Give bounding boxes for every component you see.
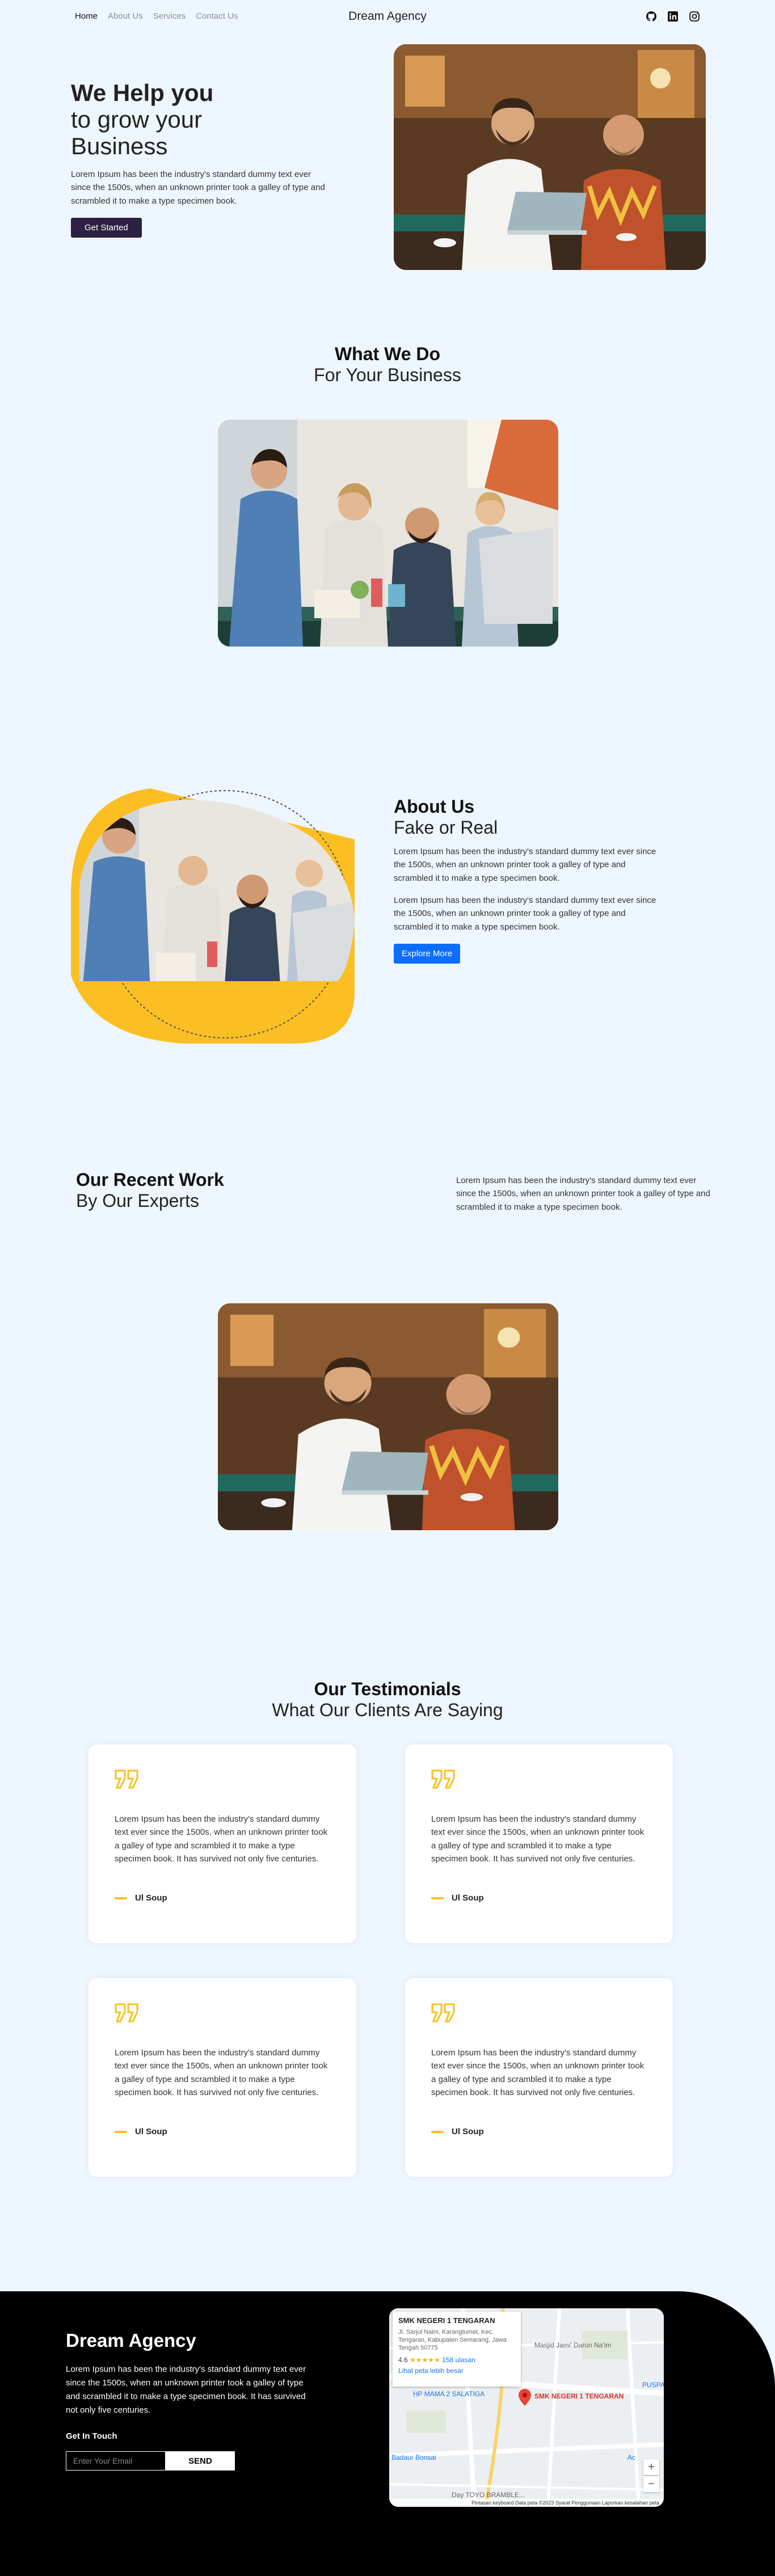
hero-text: Lorem Ipsum has been the industry's stan… [71, 170, 325, 206]
testimonial-text: Lorem Ipsum has been the industry's stan… [431, 1814, 645, 1864]
map-attribution: Pintasan keyboard Data peta ©2023 Syarat… [389, 2499, 664, 2507]
testimonial-card: Lorem Ipsum has been the industry's stan… [405, 1745, 673, 1943]
author-dash [115, 2130, 127, 2133]
map-rating-stars: ★★★★★ [410, 2355, 440, 2364]
map-label: Masjid Jami' Darun Na'im [534, 2341, 612, 2349]
what-we-do-title: What We Do [334, 344, 441, 364]
footer: Dream Agency Lorem Ipsum has been the in… [0, 2291, 775, 2576]
about-paragraph-1: Lorem Ipsum has been the industry's stan… [394, 847, 656, 883]
footer-text: Lorem Ipsum has been the industry's stan… [66, 2364, 306, 2415]
nav-link-about[interactable]: About Us [108, 11, 143, 21]
recent-work-subtitle: By Our Experts [76, 1190, 199, 1211]
testimonial-author: Ul Soup [431, 2127, 484, 2136]
map-label: Badaur Bonsai [391, 2453, 436, 2461]
testimonial-author: Ul Soup [115, 2127, 167, 2136]
location-map[interactable]: SMK NEGERI 1 TENGARAN Jl. Sarjul Naim, K… [389, 2308, 664, 2507]
testimonial-author-name: Ul Soup [452, 2127, 484, 2136]
linkedin-icon[interactable] [667, 11, 679, 22]
testimonials-subtitle: What Our Clients Are Saying [272, 1700, 503, 1720]
top-navbar: Home About Us Services Contact Us Dream … [0, 0, 775, 35]
map-label: HP MAMA 2 SALATIGA [413, 2390, 485, 2398]
testimonial-author: Ul Soup [115, 1893, 167, 1903]
map-place-card: SMK NEGERI 1 TENGARAN Jl. Sarjul Naim, K… [393, 2312, 521, 2387]
map-label: PUSPA R [642, 2381, 664, 2389]
testimonial-text: Lorem Ipsum has been the industry's stan… [115, 1814, 328, 1864]
hero-title-bold: We Help you [71, 79, 214, 106]
hero-photo [394, 44, 706, 270]
recent-work-title: Our Recent Work [76, 1169, 224, 1190]
quote-icon [431, 1770, 455, 1792]
email-input[interactable] [66, 2451, 166, 2471]
quote-icon [431, 2003, 455, 2025]
recent-work-photo [218, 1303, 558, 1530]
what-we-do-subtitle: For Your Business [314, 365, 461, 385]
map-label: Day TOYO BRAMBLE... [452, 2491, 525, 2499]
map-reviews-link[interactable]: 158 ulasan [442, 2356, 475, 2364]
testimonials-heading: Our Testimonials What Our Clients Are Sa… [0, 1679, 775, 1721]
quote-icon [115, 2003, 138, 2025]
testimonial-author: Ul Soup [431, 1893, 484, 1903]
nav-link-home[interactable]: Home [75, 11, 98, 21]
footer-brand: Dream Agency [66, 2330, 196, 2351]
instagram-icon[interactable] [689, 11, 700, 22]
testimonial-author-name: Ul Soup [135, 2127, 167, 2136]
about-photo [71, 788, 355, 1044]
map-rating: 4.6 ★★★★★ 158 ulasan [398, 2356, 515, 2365]
about-subtitle: Fake or Real [394, 817, 498, 838]
quote-icon [115, 1770, 138, 1792]
testimonial-text: Lorem Ipsum has been the industry's stan… [431, 2048, 645, 2097]
zoom-in-button[interactable]: + [643, 2459, 659, 2475]
zoom-out-button[interactable]: − [643, 2476, 659, 2492]
author-dash [431, 1897, 444, 1899]
author-dash [431, 2130, 444, 2133]
what-we-do-heading: What We Do For Your Business [0, 344, 775, 386]
testimonial-author-name: Ul Soup [452, 1893, 484, 1903]
hero-title: We Help you to grow your Business [71, 79, 213, 159]
get-started-button[interactable]: Get Started [71, 218, 142, 238]
map-larger-link[interactable]: Lihat peta lebih besar [398, 2367, 515, 2376]
testimonial-text: Lorem Ipsum has been the industry's stan… [115, 2048, 328, 2097]
nav-links: Home About Us Services Contact Us [75, 11, 238, 21]
recent-work-text: Lorem Ipsum has been the industry's stan… [456, 1176, 710, 1212]
map-label: SMK NEGERI 1 TENGARAN [534, 2392, 624, 2400]
nav-link-services[interactable]: Services [153, 11, 186, 21]
testimonial-card: Lorem Ipsum has been the industry's stan… [89, 1745, 356, 1943]
team-photo [218, 420, 558, 647]
map-place-address: Jl. Sarjul Naim, Karangtumet, Kec. Tenga… [398, 2328, 507, 2352]
about-heading: About Us Fake or Real [394, 796, 498, 838]
get-in-touch-label: Get In Touch [66, 2431, 117, 2441]
nav-link-contact[interactable]: Contact Us [196, 11, 238, 21]
map-rating-value: 4.6 [398, 2355, 408, 2364]
about-paragraph-2: Lorem Ipsum has been the industry's stan… [394, 896, 656, 932]
map-place-name: SMK NEGERI 1 TENGARAN [398, 2316, 495, 2325]
map-pin-icon[interactable] [519, 2389, 531, 2409]
testimonial-card: Lorem Ipsum has been the industry's stan… [405, 1978, 673, 2177]
testimonial-author-name: Ul Soup [135, 1893, 167, 1903]
hero-title-line3: Business [71, 133, 168, 160]
explore-more-button[interactable]: Explore More [394, 944, 461, 964]
testimonial-card: Lorem Ipsum has been the industry's stan… [89, 1978, 356, 2177]
testimonials-title: Our Testimonials [314, 1679, 461, 1699]
author-dash [115, 1897, 127, 1899]
social-links [646, 11, 700, 22]
github-icon[interactable] [646, 11, 657, 22]
about-title: About Us [394, 796, 475, 817]
send-button[interactable]: SEND [166, 2451, 235, 2471]
map-label: Ac [627, 2453, 636, 2461]
hero-title-line2: to grow your [71, 106, 203, 133]
recent-work-heading: Our Recent Work By Our Experts [76, 1169, 224, 1211]
